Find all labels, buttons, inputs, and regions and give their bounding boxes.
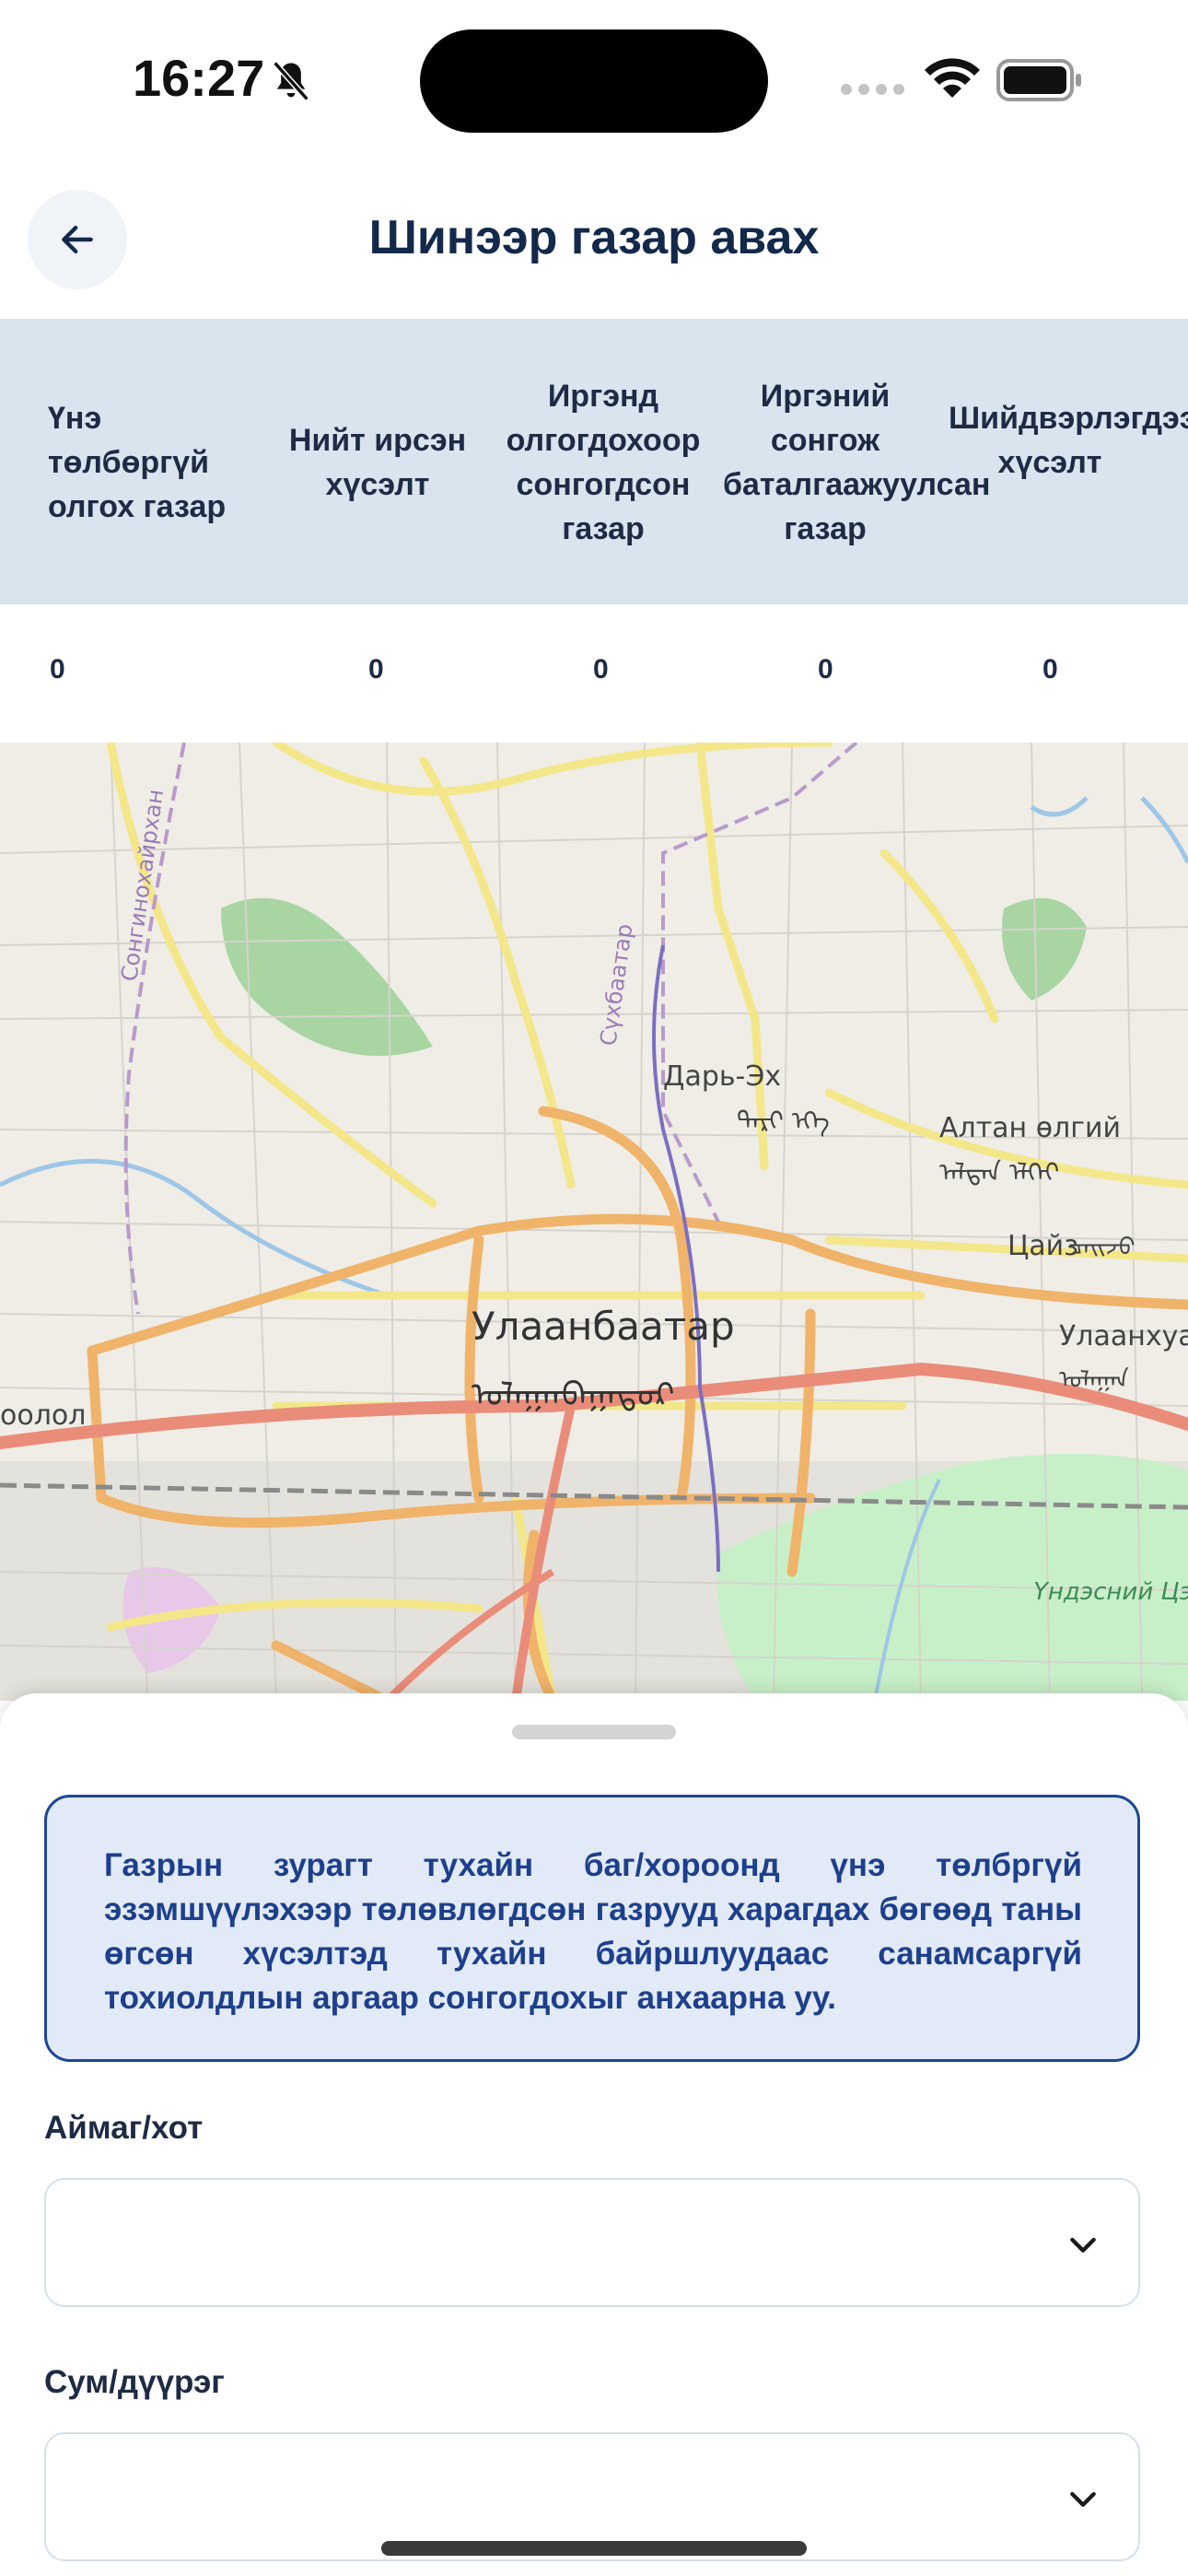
dynamic-island [420,29,768,133]
map-label-altan-script: ᠠᠯᠲᠠᠨ ᠡᠯᠭᠡᠢ [939,1157,1059,1188]
bell-muted-icon [273,61,309,101]
map-label-ulaanhuaran-script: ᠤᠯᠠᠭᠠᠨ [1059,1366,1129,1394]
column-header-confirmed-land: Иргэний сонгож баталгаажуулсан газар [723,379,991,546]
map-view[interactable]: Улаанбаатар ᠤᠯᠠᠭᠠᠨᠪᠠᠭᠠᠲᠤᠷ Дарь-Эх ᠳᠠᠷᠢ ᠡ… [0,743,1188,1701]
map-label-oolol: оолол [0,1399,86,1432]
stats-table-header: Үнэ төлбөргүй олгох газар Нийт ирсэн хүс… [0,319,1188,604]
home-indicator[interactable] [381,2541,807,2556]
province-select[interactable] [44,2178,1140,2307]
value-pending-requests: 0 [1042,654,1058,685]
stats-table-values: 0 0 0 0 0 [0,604,1188,743]
province-label: Аймаг/хот [44,2110,204,2146]
column-header-selected-land: Иргэнд олгогдохоор сонгогдсон газар [506,379,701,546]
chevron-down-icon [1070,2491,1096,2507]
map-label-darkh: Дарь-Эх [663,1060,781,1093]
status-time: 16:27 [133,49,265,107]
map-label-altan: Алтан өлгий [939,1112,1121,1144]
district-label: Сум/дүүрэг [44,2364,225,2400]
map-label-park: Үндэсний Цэцэрлэгт Хүрээлэн [1033,1578,1188,1606]
column-header-pending-requests: Шийдвэрлэгдээгүй хүсэлт [949,401,1188,480]
info-notice: Газрын зурагт тухайн баг/хороонд үнэ төл… [44,1795,1140,2062]
value-free-land: 0 [50,654,65,685]
map-label-ulaanhuaran: Улаанхуа [1059,1320,1188,1352]
wifi-icon [925,58,980,98]
map-label-city-script: ᠤᠯᠠᠭᠠᠨᠪᠠᠭᠠᠲᠤᠷ [472,1376,675,1414]
map-canvas[interactable]: Улаанбаатар ᠤᠯᠠᠭᠠᠨᠪᠠᠭᠠᠲᠤᠷ Дарь-Эх ᠳᠠᠷᠢ ᠡ… [0,743,1188,1701]
value-total-requests: 0 [368,654,384,685]
battery-icon [996,59,1081,101]
info-notice-text: Газрын зурагт тухайн баг/хороонд үнэ төл… [104,1847,1082,2016]
page-title: Шинээр газар авах [368,211,820,264]
map-label-city: Улаанбаатар [472,1304,735,1349]
signal-icon [841,84,904,95]
value-confirmed-land: 0 [818,654,833,685]
sheet-drag-handle[interactable] [512,1725,676,1739]
column-header-total-requests: Нийт ирсэн хүсэлт [288,423,467,502]
map-label-darkh-script: ᠳᠠᠷᠢ ᠡᠬᠡ [737,1106,830,1137]
value-selected-land: 0 [593,654,609,685]
chevron-down-icon [1070,2237,1096,2253]
map-label-tsaij-script: ᠴᠠᠢᠵᠤ [1068,1234,1136,1261]
column-header-free-land: Үнэ төлбөргүй олгох газар [48,401,227,524]
